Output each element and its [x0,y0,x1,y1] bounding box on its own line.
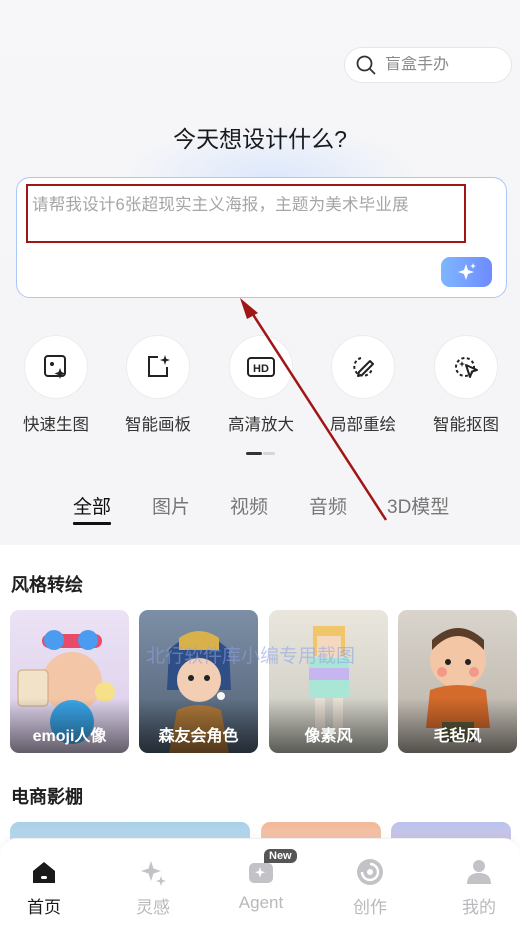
card-label: 森友会角色 [158,728,239,745]
svg-text:HD: HD [253,363,269,375]
tool-smart-canvas-circle[interactable] [126,335,190,399]
tool-label: 智能画板 [125,416,191,434]
tool-hd-upscale[interactable]: HD 高清放大 [211,335,311,435]
sparkles-icon [141,861,166,886]
tool-page-indicator [246,452,276,456]
page-dot [263,452,275,455]
tab-active-underline [73,522,111,525]
generate-button[interactable] [441,257,492,287]
page-headline: 今天想设计什么? [173,126,347,152]
section-title-ecommerce: 电商影棚 [11,787,83,807]
tool-smart-cutout-circle[interactable] [434,335,498,399]
nav-agent[interactable]: New Agent [216,849,306,913]
tab-audio[interactable]: 音频 [309,492,347,519]
search-bar[interactable] [344,47,512,83]
category-tabs: 全部 图片 视频 音频 3D模型 [0,492,520,532]
card-label: emoji人像 [32,728,107,745]
style-card-felt[interactable]: 毛毡风 [398,610,517,753]
nav-label: 创作 [353,898,387,917]
hd-icon: HD [247,357,275,377]
card-label: 像素风 [304,728,353,745]
search-icon [356,55,376,75]
nav-create[interactable]: 创作 [325,857,415,918]
search-input[interactable] [385,56,495,74]
watermark-text: 北行软件库小编专用截图 [146,646,356,667]
tab-all[interactable]: 全部 [73,492,111,519]
tool-label: 智能抠图 [433,416,499,434]
partial-redraw-icon [353,357,374,377]
nav-inspiration[interactable]: 灵感 [108,857,198,918]
nav-label: 灵感 [136,898,170,917]
smart-cutout-icon [455,357,478,378]
user-icon [467,860,491,884]
sparkle-icon [457,263,476,280]
page-dot-active [246,452,262,455]
tool-quick-image-circle[interactable] [24,335,88,399]
style-card-emoji[interactable]: emoji人像 [10,610,129,753]
home-icon [33,862,55,883]
tab-3d-models[interactable]: 3D模型 [387,492,449,519]
smart-canvas-icon [148,355,170,377]
annotation-highlight-box [26,184,466,243]
style-card-animal-crossing[interactable]: 森友会角色 [139,610,258,753]
nav-home[interactable]: 首页 [0,857,89,918]
tab-images[interactable]: 图片 [152,492,190,519]
nav-label: Agent [238,893,284,912]
tool-label: 高清放大 [228,416,294,434]
nav-label: 我的 [462,898,496,917]
nav-label: 首页 [27,898,61,917]
new-badge: New [264,849,297,863]
tool-label: 局部重绘 [330,416,396,434]
create-icon [357,859,383,885]
tool-smart-cutout[interactable]: 智能抠图 [416,335,516,435]
nav-profile[interactable]: 我的 [434,857,520,918]
tool-label: 快速生图 [23,416,89,434]
card-label: 毛毡风 [433,728,482,745]
tool-partial-redraw[interactable]: 局部重绘 [313,335,413,435]
quick-image-icon [44,355,66,379]
tool-partial-redraw-circle[interactable] [331,335,395,399]
tab-videos[interactable]: 视频 [230,492,268,519]
style-card-pixel[interactable]: 像素风 [269,610,388,753]
section-title-style: 风格转绘 [11,575,83,595]
tool-quick-image[interactable]: 快速生图 [6,335,106,435]
tool-row: 快速生图 智能画板 HD 高清放大 局部重绘 智能抠图 [0,335,520,445]
bottom-navigation: 首页 灵感 New Agent 创作 我的 [0,838,520,929]
tool-hd-upscale-circle[interactable]: HD [229,335,293,399]
tool-smart-canvas[interactable]: 智能画板 [108,335,208,435]
